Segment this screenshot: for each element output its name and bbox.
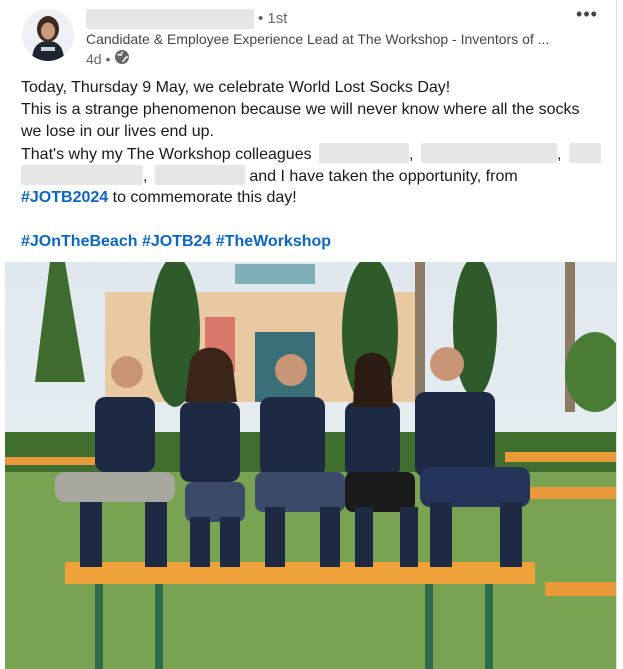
author-avatar[interactable]	[22, 9, 74, 61]
avatar-image	[22, 9, 74, 61]
comma: ,	[143, 168, 148, 185]
hashtag-link[interactable]: #TheWorkshop	[216, 233, 331, 250]
post-text-line-6: #JOTB2024 to commemorate this day!	[21, 187, 297, 209]
post-text-line-4: That's why my The Workshop colleagues , …	[21, 143, 601, 166]
post-text-line-5: , and I have taken the opportunity, from	[21, 165, 518, 188]
text-segment: and I have taken the opportunity, from	[249, 168, 518, 185]
mention-redacted[interactable]	[319, 143, 410, 163]
comma: ,	[409, 146, 414, 163]
mention-redacted[interactable]	[21, 165, 143, 185]
post-meta: 4d •	[86, 49, 130, 68]
team-photo	[5, 262, 616, 669]
comma: ,	[556, 146, 562, 163]
author-headline: Candidate & Employee Experience Lead at …	[86, 31, 550, 47]
author-name-redacted[interactable]	[86, 9, 254, 29]
post-text-line-3: we lose in our lives end up.	[21, 123, 214, 140]
hashtag-link[interactable]: #JOTB24	[142, 233, 211, 250]
post-image[interactable]	[5, 262, 616, 669]
post-text-line-2: This is a strange phenomenon because we …	[21, 101, 580, 118]
hashtag-link[interactable]: #JOTB2024	[21, 189, 108, 206]
hashtag-line: #JOnTheBeach #JOTB24 #TheWorkshop	[21, 231, 331, 253]
text-segment: to commemorate this day!	[112, 189, 297, 206]
globe-icon	[114, 49, 130, 68]
more-icon[interactable]: •••	[576, 4, 598, 24]
text-segment: That's why my The Workshop colleagues	[21, 146, 312, 163]
post-time: 4d •	[86, 50, 111, 67]
post-text-line-1: Today, Thursday 9 May, we celebrate Worl…	[21, 79, 451, 96]
mention-redacted[interactable]	[420, 143, 557, 163]
post-card: • 1st Candidate & Employee Experience Le…	[0, 0, 617, 669]
mention-redacted[interactable]	[568, 143, 601, 163]
hashtag-link[interactable]: #JOnTheBeach	[21, 233, 137, 250]
connection-degree: • 1st	[258, 10, 288, 27]
mention-redacted[interactable]	[154, 165, 245, 185]
